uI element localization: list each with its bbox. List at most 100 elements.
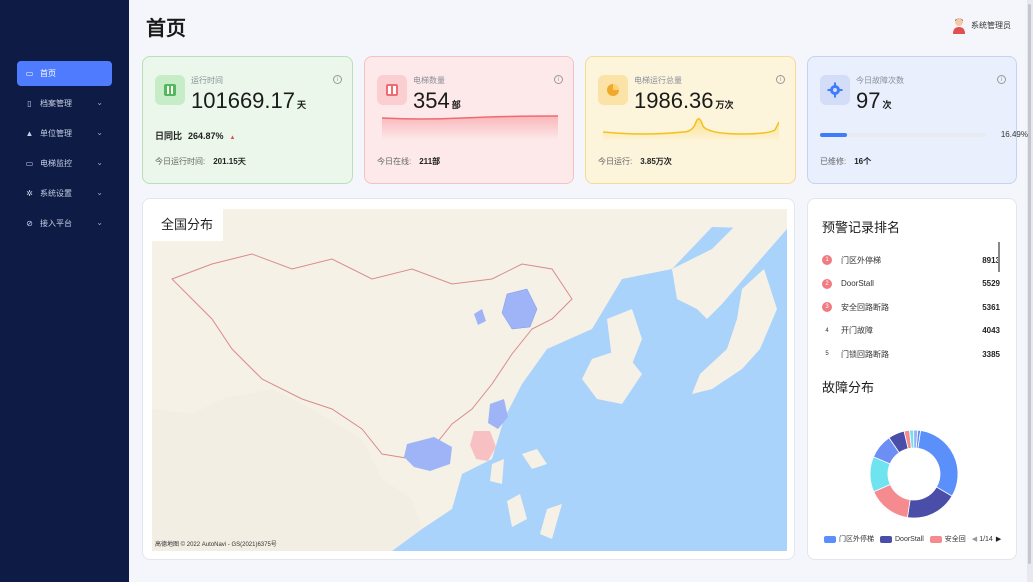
- rank-badge: 5: [825, 351, 829, 357]
- map-canvas[interactable]: [152, 209, 787, 551]
- page-scrollbar[interactable]: [1027, 0, 1033, 582]
- top-bar: 首页 系统管理员: [129, 0, 1027, 50]
- sidebar-item-label: 电梯监控: [40, 159, 72, 168]
- sidebar-item-2[interactable]: ▲ 单位管理 ⌄: [17, 121, 112, 146]
- chevron-down-icon: ⌄: [96, 128, 103, 137]
- sidebar-item-3[interactable]: ▭ 电梯监控 ⌄: [17, 151, 112, 176]
- sidebar-item-label: 首页: [40, 69, 56, 78]
- screen-icon: ▭: [25, 159, 34, 168]
- fault-progress-pct: 16.49%: [1000, 130, 1028, 139]
- rank-value: 5361: [982, 302, 1000, 312]
- china-map[interactable]: 全国分布 高德地图 © 2022 AutoNavi - GS(2021)6375…: [152, 209, 787, 551]
- user-menu[interactable]: 系统管理员: [952, 17, 1011, 34]
- elevator-count-sparkline: [382, 115, 558, 140]
- chevron-down-icon: ⌄: [96, 98, 103, 107]
- map-title: 全国分布: [152, 209, 224, 241]
- elevator-online-foot: 今日在线: 211部: [377, 157, 441, 166]
- ranking-scrollbar[interactable]: [998, 242, 1000, 272]
- sidebar: ▭ 首页 ▯ 档案管理 ⌄ ▲ 单位管理 ⌄ ▭ 电梯监控 ⌄ ✲ 系统设置 ⌄ ⊘ 接入平台 ⌄: [0, 0, 129, 582]
- monitor-icon: ▭: [25, 69, 34, 78]
- run-total-sparkline: [603, 118, 779, 142]
- elevator-count-label: 电梯数量: [413, 76, 445, 85]
- legend-label: 安全回: [944, 536, 966, 543]
- ranking-title: 预警记录排名: [822, 220, 901, 235]
- runtime-foot: 今日运行时间: 201.15天: [155, 157, 246, 166]
- run-total-value: 1986.36 万次: [634, 88, 734, 113]
- fault-progress-bar: [820, 133, 986, 137]
- up-arrow-icon: ▲: [229, 135, 236, 141]
- runtime-value: 101669.17 天: [191, 88, 307, 113]
- info-icon[interactable]: i: [776, 75, 785, 84]
- ranking-panel: 预警记录排名 1 门区外停梯 8913 2 DoorStall 5529 3 安全回路断路 53…: [807, 198, 1017, 560]
- legend-item[interactable]: DoorStall: [880, 534, 924, 544]
- rank-value: 4043: [982, 326, 1000, 335]
- rank-badge: 2: [822, 278, 832, 289]
- fault-progress-fill: [820, 133, 848, 137]
- legend-item[interactable]: 门区外停梯: [824, 534, 874, 544]
- legend-label: 门区外停梯: [839, 536, 874, 543]
- elevator-count-card: 电梯数量 354 部 i 今日在线: 211部: [364, 56, 574, 184]
- chevron-down-icon: ⌄: [96, 218, 103, 227]
- donut-slice[interactable]: [917, 430, 959, 497]
- sidebar-item-label: 系统设置: [40, 189, 72, 198]
- sidebar-item-1[interactable]: ▯ 档案管理 ⌄: [17, 91, 112, 116]
- elevator-icon: [377, 75, 407, 105]
- info-icon[interactable]: i: [554, 75, 563, 84]
- sidebar-item-label: 档案管理: [40, 99, 72, 108]
- chevron-down-icon: ⌄: [96, 188, 103, 197]
- sidebar-item-0[interactable]: ▭ 首页: [17, 61, 112, 86]
- legend-item[interactable]: 安全回: [929, 534, 966, 544]
- avatar: [953, 18, 965, 34]
- run-today-foot: 今日运行: 3.85万次: [598, 157, 672, 166]
- sidebar-item-label: 接入平台: [40, 219, 72, 228]
- run-total-label: 电梯运行总量: [634, 76, 682, 85]
- info-icon[interactable]: i: [333, 75, 342, 84]
- legend-swatch: [880, 535, 892, 543]
- ranking-row: 2 DoorStall 5529: [822, 277, 1000, 291]
- legend-swatch: [929, 535, 942, 543]
- rank-name: 开门故障: [841, 326, 873, 335]
- fault-count-card: 今日故障次数 97 次 i 16.49% 已维修: 16个: [807, 56, 1028, 184]
- user-name: 系统管理员: [971, 21, 1011, 30]
- runtime-label: 运行时间: [191, 76, 223, 85]
- fault-count-value: 97 次: [856, 88, 892, 113]
- chevron-down-icon: ⌄: [96, 158, 103, 167]
- link-icon: ⊘: [26, 219, 33, 228]
- file-icon: ▯: [27, 99, 32, 108]
- pie-icon: [598, 75, 628, 105]
- runtime-card: 运行时间 101669.17 天 i 日同比 264.87% ▲ 今日运行时间: 201…: [142, 56, 353, 184]
- next-page-icon[interactable]: ▶: [996, 535, 1001, 543]
- rank-name: 门锁回路断路: [841, 349, 889, 359]
- scrollbar-thumb[interactable]: [1028, 4, 1031, 564]
- logo-area: [0, 0, 129, 48]
- building-icon: ▲: [25, 129, 34, 138]
- sidebar-item-label: 单位管理: [40, 129, 72, 138]
- legend-label: DoorStall: [895, 535, 924, 543]
- legend-swatch: [824, 535, 836, 543]
- prev-page-icon[interactable]: ◀: [972, 535, 977, 543]
- runtime-icon: [155, 75, 185, 105]
- sidebar-item-4[interactable]: ✲ 系统设置 ⌄: [17, 181, 112, 206]
- rank-name: 门区外停梯: [841, 255, 881, 265]
- rank-name: 安全回路断路: [841, 302, 889, 312]
- elevator-count-value: 354 部: [413, 88, 461, 113]
- info-icon[interactable]: i: [997, 75, 1006, 84]
- rank-value: 5529: [982, 279, 1000, 288]
- yoy-stat: 日同比 264.87% ▲: [155, 131, 236, 141]
- fault-dist-title: 故障分布: [822, 380, 875, 395]
- ranking-row: 3 安全回路断路 5361: [822, 300, 1000, 314]
- ranking-row: 4 开门故障 4043: [822, 324, 1000, 338]
- page-title: 首页: [146, 18, 186, 40]
- run-total-card: 电梯运行总量 1986.36 万次 i 今日运行: 3.85万次: [585, 56, 796, 184]
- rank-name: DoorStall: [841, 279, 874, 288]
- gear-icon: ✲: [26, 189, 33, 198]
- fault-legend: 门区外停梯 DoorStall 安全回 ◀ 1/14 ▶: [824, 534, 1001, 544]
- repaired-foot: 已维修: 16个: [820, 157, 872, 166]
- ranking-row: 1 门区外停梯 8913: [822, 253, 1000, 267]
- legend-pager: 1/14: [979, 535, 993, 543]
- fault-gear-icon: [820, 75, 850, 105]
- sidebar-item-5[interactable]: ⊘ 接入平台 ⌄: [17, 211, 112, 236]
- rank-badge: 1: [822, 255, 832, 265]
- fault-donut-chart[interactable]: [868, 423, 960, 525]
- rank-badge: 3: [822, 302, 832, 312]
